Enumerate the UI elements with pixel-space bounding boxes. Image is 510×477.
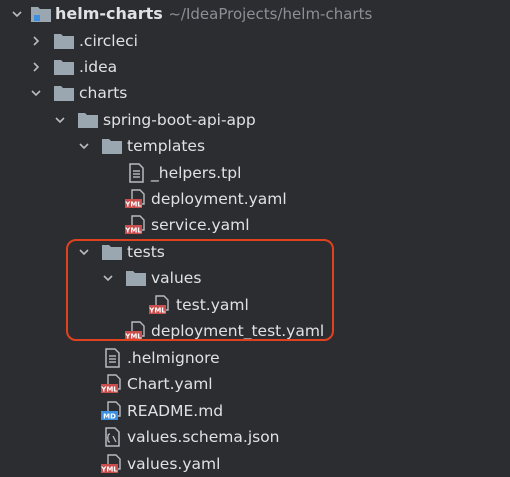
tree-node-label: _helpers.tpl <box>151 164 242 182</box>
tree-node-readme-md[interactable]: MD README.md <box>0 398 510 424</box>
tree-node-label: deployment.yaml <box>151 190 287 208</box>
tree-node-templates[interactable]: templates <box>0 133 510 159</box>
text-file-icon <box>101 348 123 368</box>
tree-node-spring-boot-api-app[interactable]: spring-boot-api-app <box>0 107 510 133</box>
yaml-file-icon: YML <box>101 454 123 474</box>
folder-icon <box>30 4 52 24</box>
tree-node-label: README.md <box>127 402 224 420</box>
project-tree: helm-charts ~/IdeaProjects/helm-charts .… <box>0 0 510 476</box>
folder-icon <box>101 136 123 156</box>
tree-node-label: service.yaml <box>151 216 250 234</box>
yaml-file-icon: YML <box>125 215 147 235</box>
tree-node-chart-yaml[interactable]: YML Chart.yaml <box>0 371 510 397</box>
tree-node-label: charts <box>79 84 128 102</box>
folder-icon <box>53 57 75 77</box>
tree-node-label: .circleci <box>79 32 138 50</box>
tests-highlight-box <box>66 239 334 341</box>
svg-text:YML: YML <box>101 386 118 394</box>
yaml-file-icon: YML <box>101 374 123 394</box>
tree-node-label: Chart.yaml <box>127 375 213 393</box>
tree-node-values-yaml[interactable]: YML values.yaml <box>0 451 510 477</box>
svg-text:YML: YML <box>125 201 142 209</box>
json-schema-file-icon <box>101 427 123 447</box>
yaml-file-icon: YML <box>125 189 147 209</box>
tree-node-label: values.schema.json <box>127 428 280 446</box>
tree-node-idea[interactable]: .idea <box>0 54 510 80</box>
folder-icon <box>53 31 75 51</box>
svg-text:MD: MD <box>103 413 116 421</box>
chevron-right-icon[interactable] <box>29 34 43 48</box>
folder-icon <box>77 110 99 130</box>
tree-node-charts[interactable]: charts <box>0 80 510 106</box>
project-name-label: helm-charts ~/IdeaProjects/helm-charts <box>55 4 373 23</box>
chevron-down-icon[interactable] <box>10 7 24 21</box>
chevron-down-icon[interactable] <box>53 113 67 127</box>
folder-icon <box>53 83 75 103</box>
tree-node-label: templates <box>127 137 206 155</box>
tree-node-label: values.yaml <box>127 455 221 473</box>
tree-node-helpers-tpl[interactable]: _helpers.tpl <box>0 160 510 186</box>
tree-node-service-yaml[interactable]: YML service.yaml <box>0 212 510 238</box>
chevron-down-icon[interactable] <box>29 86 43 100</box>
tree-node-label: spring-boot-api-app <box>103 111 256 129</box>
svg-text:YML: YML <box>101 466 118 474</box>
chevron-right-icon[interactable] <box>29 60 43 74</box>
tree-node-deployment-yaml[interactable]: YML deployment.yaml <box>0 186 510 212</box>
chevron-down-icon[interactable] <box>77 139 91 153</box>
text-file-icon <box>125 163 147 183</box>
tree-node-project-root[interactable]: helm-charts ~/IdeaProjects/helm-charts <box>0 1 510 27</box>
tree-node-label: .idea <box>79 58 118 76</box>
tree-node-label: .helmignore <box>127 349 220 367</box>
tree-node-values-schema-json[interactable]: values.schema.json <box>0 424 510 450</box>
project-path-label: ~/IdeaProjects/helm-charts <box>168 5 373 23</box>
tree-node-helmignore[interactable]: .helmignore <box>0 345 510 371</box>
tree-node-circleci[interactable]: .circleci <box>0 28 510 54</box>
svg-text:YML: YML <box>125 227 142 235</box>
markdown-file-icon: MD <box>101 401 123 421</box>
